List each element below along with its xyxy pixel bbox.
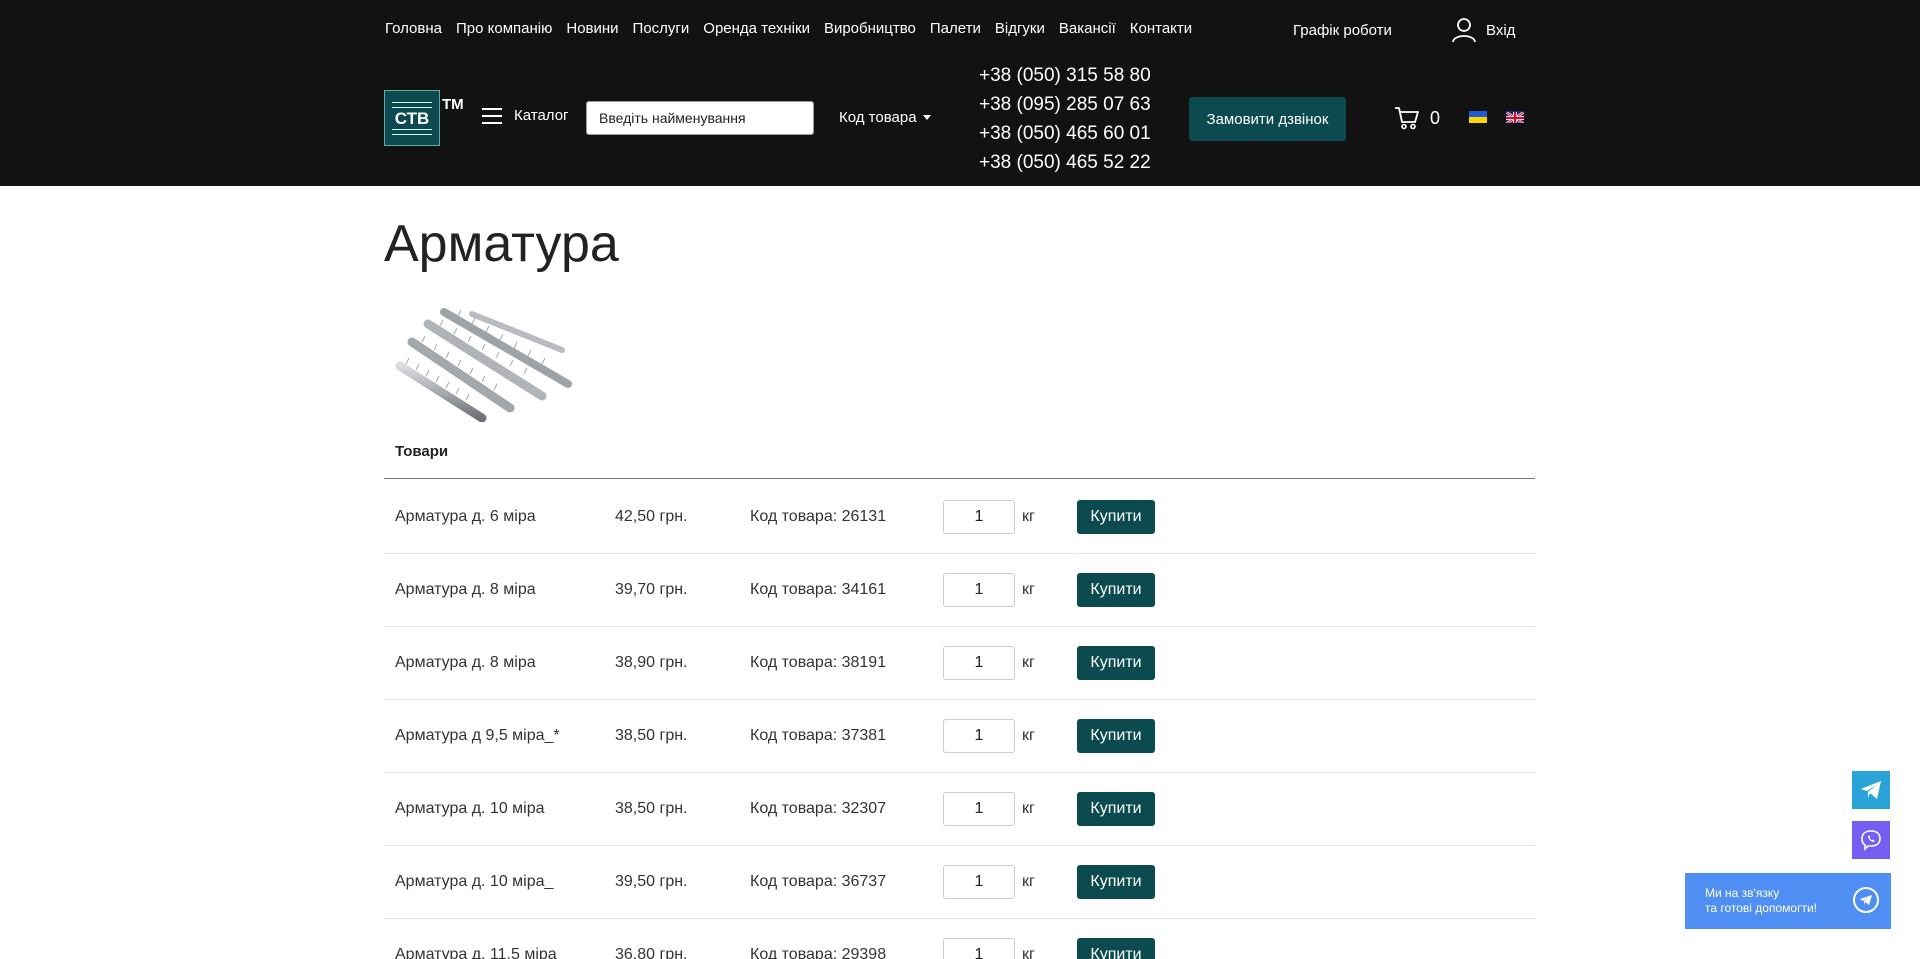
product-code: Код товара: 38191 bbox=[750, 654, 887, 671]
buy-button[interactable]: Купити bbox=[1077, 719, 1155, 753]
cart-icon bbox=[1395, 107, 1419, 130]
chat-icon bbox=[1853, 887, 1879, 913]
logo-stripe bbox=[392, 101, 432, 108]
product-code: Код товара: 26131 bbox=[750, 508, 887, 525]
product-row: Арматура д. 8 міра 39,70 грн. Код товара… bbox=[384, 553, 1535, 627]
buy-button[interactable]: Купити bbox=[1077, 646, 1155, 680]
quantity-input[interactable] bbox=[943, 938, 1015, 959]
catalog-button[interactable]: Каталог bbox=[482, 107, 569, 124]
buy-button[interactable]: Купити bbox=[1077, 792, 1155, 826]
product-name[interactable]: Арматура д. 6 міра bbox=[395, 480, 536, 553]
flag-en-icon[interactable] bbox=[1506, 111, 1524, 123]
phone-list: +38 (050) 315 58 80 +38 (095) 285 07 63 … bbox=[979, 61, 1151, 177]
product-price: 38,50 грн. bbox=[615, 800, 688, 817]
site-header: Головна Про компанію Новини Послуги Орен… bbox=[0, 0, 1920, 186]
nav-news[interactable]: Новини bbox=[566, 20, 618, 37]
menu-icon bbox=[482, 107, 502, 124]
product-row: Арматура д. 11,5 міра 36,80 грн. Код тов… bbox=[384, 918, 1535, 959]
telegram-button[interactable] bbox=[1852, 771, 1890, 809]
phone-number[interactable]: +38 (050) 465 60 01 bbox=[979, 119, 1151, 148]
phone-number[interactable]: +38 (050) 315 58 80 bbox=[979, 61, 1151, 90]
unit-label: кг bbox=[1022, 800, 1035, 817]
nav-rental[interactable]: Оренда техніки bbox=[703, 20, 810, 37]
nav-home[interactable]: Головна bbox=[385, 20, 442, 37]
product-name[interactable]: Арматура д. 11,5 міра bbox=[395, 918, 557, 959]
product-price: 42,50 грн. bbox=[615, 508, 688, 525]
product-price: 38,50 грн. bbox=[615, 727, 688, 744]
product-row: Арматура д. 10 міра_ 39,50 грн. Код това… bbox=[384, 845, 1535, 919]
viber-button[interactable] bbox=[1852, 821, 1890, 859]
rebar-image bbox=[395, 308, 572, 422]
page-title: Арматура bbox=[384, 215, 619, 273]
code-dropdown[interactable]: Код товара bbox=[839, 109, 931, 126]
buy-button[interactable]: Купити bbox=[1077, 573, 1155, 607]
product-row: Арматура д. 8 міра 38,90 грн. Код товара… bbox=[384, 626, 1535, 700]
product-price: 38,90 грн. bbox=[615, 654, 688, 671]
divider bbox=[384, 478, 1535, 479]
viber-icon bbox=[1861, 830, 1881, 851]
unit-label: кг bbox=[1022, 727, 1035, 744]
unit-label: кг bbox=[1022, 873, 1035, 890]
nav-pallets[interactable]: Палети bbox=[930, 20, 981, 37]
product-name[interactable]: Арматура д. 8 міра bbox=[395, 626, 536, 699]
quantity-input[interactable] bbox=[943, 865, 1015, 899]
cart-button[interactable]: 0 bbox=[1394, 106, 1440, 130]
buy-button[interactable]: Купити bbox=[1077, 500, 1155, 534]
chat-widget[interactable]: Ми на зв'язку та готові допомогти! bbox=[1685, 873, 1891, 929]
product-row: Арматура д. 6 міра 42,50 грн. Код товара… bbox=[384, 480, 1535, 554]
product-code: Код товара: 29398 bbox=[750, 946, 887, 959]
product-row: Арматура д 9,5 міра_* 38,50 грн. Код тов… bbox=[384, 699, 1535, 773]
quantity-input[interactable] bbox=[943, 646, 1015, 680]
logo-text: СТВ bbox=[394, 108, 430, 128]
buy-button[interactable]: Купити bbox=[1077, 865, 1155, 899]
login-link[interactable]: Вхід bbox=[1452, 17, 1515, 43]
flag-ua-icon[interactable] bbox=[1469, 111, 1487, 123]
quantity-input[interactable] bbox=[943, 792, 1015, 826]
quantity-input[interactable] bbox=[943, 500, 1015, 534]
product-code: Код товара: 34161 bbox=[750, 581, 887, 598]
product-name[interactable]: Арматура д. 8 міра bbox=[395, 553, 536, 626]
product-code: Код товара: 32307 bbox=[750, 800, 887, 817]
login-label: Вхід bbox=[1486, 21, 1516, 39]
quantity-input[interactable] bbox=[943, 719, 1015, 753]
unit-label: кг bbox=[1022, 654, 1035, 671]
product-name[interactable]: Арматура д. 10 міра_ bbox=[395, 845, 553, 918]
logo-stripe bbox=[392, 128, 432, 135]
product-price: 39,50 грн. bbox=[615, 873, 688, 890]
product-code: Код товара: 36737 bbox=[750, 873, 887, 890]
code-dropdown-label: Код товара bbox=[839, 109, 917, 126]
product-code: Код товара: 37381 bbox=[750, 727, 887, 744]
order-call-button[interactable]: Замовити дзвінок bbox=[1189, 97, 1346, 141]
cart-count: 0 bbox=[1430, 107, 1441, 128]
unit-label: кг bbox=[1022, 946, 1035, 959]
nav-about[interactable]: Про компанію bbox=[456, 20, 552, 37]
nav-vacancies[interactable]: Вакансії bbox=[1059, 20, 1116, 37]
search-input[interactable] bbox=[586, 101, 814, 135]
phone-number[interactable]: +38 (095) 285 07 63 bbox=[979, 90, 1151, 119]
product-name[interactable]: Арматура д 9,5 міра_* bbox=[395, 699, 560, 772]
nav-services[interactable]: Послуги bbox=[633, 20, 690, 37]
schedule-link[interactable]: Графік роботи bbox=[1293, 22, 1392, 39]
phone-number[interactable]: +38 (050) 465 52 22 bbox=[979, 148, 1151, 177]
quantity-input[interactable] bbox=[943, 573, 1015, 607]
nav-contacts[interactable]: Контакти bbox=[1130, 20, 1192, 37]
product-row: Арматура д. 10 міра 38,50 грн. Код товар… bbox=[384, 772, 1535, 846]
caret-down-icon bbox=[922, 115, 931, 120]
telegram-icon bbox=[1861, 781, 1881, 799]
nav-production[interactable]: Виробництво bbox=[824, 20, 916, 37]
top-nav: Головна Про компанію Новини Послуги Орен… bbox=[385, 20, 1206, 37]
nav-reviews[interactable]: Відгуки bbox=[995, 20, 1045, 37]
trademark-mark: TM bbox=[442, 96, 464, 113]
product-price: 36,80 грн. bbox=[615, 946, 688, 959]
site-logo[interactable]: СТВ bbox=[384, 90, 440, 146]
goods-header: Товари bbox=[395, 443, 449, 460]
product-price: 39,70 грн. bbox=[615, 581, 688, 598]
buy-button[interactable]: Купити bbox=[1077, 938, 1155, 959]
unit-label: кг bbox=[1022, 581, 1035, 598]
catalog-label: Каталог bbox=[514, 107, 569, 124]
unit-label: кг bbox=[1022, 508, 1035, 525]
user-icon bbox=[1452, 18, 1476, 43]
product-name[interactable]: Арматура д. 10 міра bbox=[395, 772, 545, 845]
